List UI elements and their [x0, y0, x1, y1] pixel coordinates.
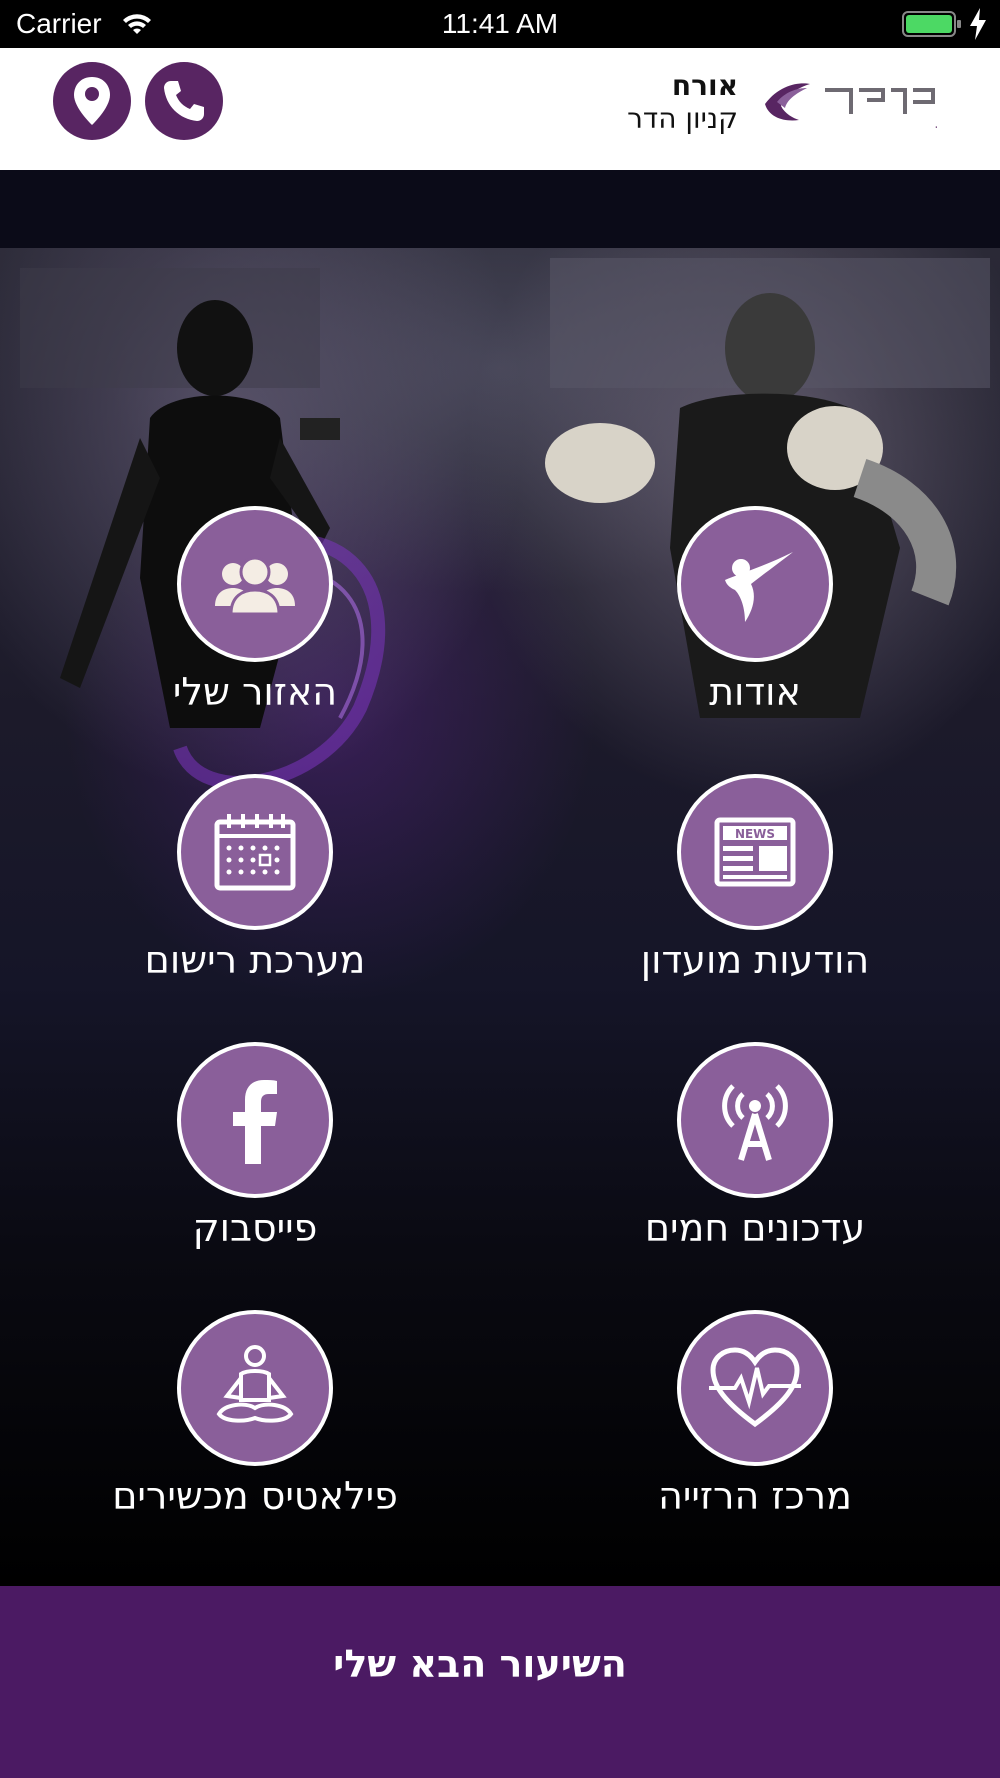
facebook-label: פייסבוק [192, 1206, 318, 1250]
clock: 11:41 AM [441, 8, 559, 39]
next-class-label: השיעור הבא שלי [333, 1642, 627, 1686]
meditation-icon [216, 1345, 294, 1423]
phone-button[interactable] [145, 62, 223, 140]
menu-tile-about[interactable]: אודות [550, 506, 950, 746]
branch-name: קניון הדר [627, 102, 738, 135]
users-group-icon [215, 556, 295, 616]
calendar-icon [214, 814, 296, 891]
status-bar: Carrier 11:41 AM [0, 0, 1000, 48]
svg-text:NEWS: NEWS [735, 827, 775, 841]
newspaper-icon: NEWS [714, 817, 796, 887]
about-button[interactable] [677, 506, 833, 662]
running-center-button[interactable] [677, 1310, 833, 1466]
my-area-button[interactable] [177, 506, 333, 662]
menu-tile-facebook[interactable]: פייסבוק [50, 1042, 450, 1282]
hero-background: אודות האזור שלי NEWS הודעות מועדון מערכת… [0, 248, 1000, 1586]
top-strip [0, 170, 1000, 248]
battery-full-icon [902, 11, 961, 37]
registration-label: מערכת רישום [144, 938, 366, 982]
next-class-bar[interactable]: השיעור הבא שלי [0, 1586, 1000, 1778]
about-label: אודות [709, 670, 801, 714]
pilates-button[interactable] [177, 1310, 333, 1466]
my-area-label: האזור שלי [172, 670, 338, 714]
club-news-button[interactable]: NEWS [677, 774, 833, 930]
kick-figure-icon [725, 552, 793, 622]
facebook-button[interactable] [177, 1042, 333, 1198]
pilates-label: פילאטיס מכשירים [112, 1474, 398, 1518]
menu-tile-pilates[interactable]: פילאטיס מכשירים [50, 1310, 450, 1550]
app-header: אורח קניון הדר מועדוני כושר [0, 48, 1000, 170]
map-pin-icon [74, 77, 110, 125]
brand-logo: מועדוני כושר [765, 83, 937, 141]
charging-bolt-icon [970, 8, 986, 40]
live-updates-button[interactable] [677, 1042, 833, 1198]
svg-text:מועדוני כושר: מועדוני כושר [935, 121, 937, 141]
menu-tile-registration[interactable]: מערכת רישום [50, 774, 450, 1014]
facebook-icon [233, 1080, 277, 1164]
user-name: אורח [671, 69, 738, 102]
club-news-label: הודעות מועדון [640, 938, 870, 982]
menu-tile-live-updates[interactable]: עדכונים חמים [550, 1042, 950, 1282]
broadcast-tower-icon [722, 1084, 788, 1161]
menu-tile-club-news[interactable]: NEWS הודעות מועדון [550, 774, 950, 1014]
menu-tile-running-center[interactable]: מרכז הרזייה [550, 1310, 950, 1550]
phone-icon [164, 81, 204, 121]
user-info: אורח קניון הדר [627, 70, 738, 136]
menu-tile-my-area[interactable]: האזור שלי [50, 506, 450, 746]
location-button[interactable] [53, 62, 131, 140]
heart-pulse-icon [709, 1347, 801, 1428]
running-center-label: מרכז הרזייה [658, 1474, 852, 1518]
live-updates-label: עדכונים חמים [644, 1206, 866, 1250]
registration-button[interactable] [177, 774, 333, 930]
